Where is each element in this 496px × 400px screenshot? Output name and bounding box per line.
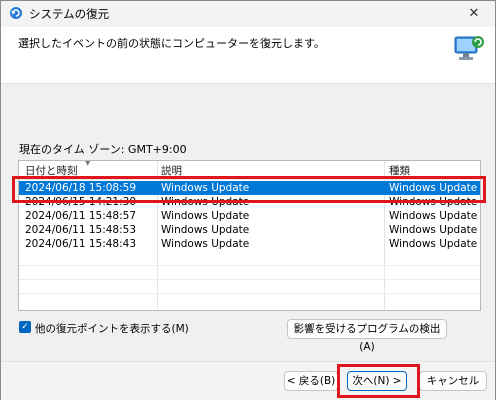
row-type: Windows Update bbox=[389, 238, 478, 250]
header-panel: 選択したイベントの前の状態にコンピューターを復元します。 bbox=[1, 27, 495, 84]
computer-restore-icon bbox=[454, 36, 484, 60]
empty-row-line bbox=[19, 279, 480, 280]
row-description: Windows Update bbox=[161, 238, 250, 250]
back-button[interactable]: < 戻る(B) bbox=[284, 371, 338, 391]
timezone-label: 現在のタイム ゾーン: GMT+9:00 bbox=[19, 143, 187, 156]
instruction-text: 選択したイベントの前の状態にコンピューターを復元します。 bbox=[18, 37, 325, 50]
empty-row-line bbox=[19, 265, 480, 266]
system-restore-window: システムの復元 ✕ 選択したイベントの前の状態にコンピューターを復元します。 現… bbox=[0, 0, 496, 400]
show-more-checkbox[interactable]: ✓ bbox=[19, 321, 31, 333]
row-datetime: 2024/06/11 15:48:57 bbox=[25, 210, 137, 222]
empty-row-line bbox=[19, 293, 480, 294]
cancel-button[interactable]: キャンセル bbox=[419, 371, 487, 391]
row-type: Windows Update bbox=[389, 224, 478, 236]
table-row[interactable]: 2024/06/11 15:48:53 Windows Update Windo… bbox=[19, 223, 480, 237]
sort-arrow-icon: ▼ bbox=[85, 160, 91, 167]
row-datetime: 2024/06/11 15:48:43 bbox=[25, 238, 137, 250]
next-button-highlight-annotation bbox=[337, 364, 420, 398]
row-datetime: 2024/06/11 15:48:53 bbox=[25, 224, 137, 236]
scan-affected-programs-button[interactable]: 影響を受けるプログラムの検出(A) bbox=[287, 319, 447, 353]
system-restore-icon bbox=[10, 7, 22, 19]
table-row[interactable]: 2024/06/11 15:48:57 Windows Update Windo… bbox=[19, 209, 480, 223]
row-type: Windows Update bbox=[389, 210, 478, 222]
selected-row-highlight-annotation bbox=[12, 176, 486, 203]
window-title: システムの復元 bbox=[29, 7, 110, 21]
show-more-label[interactable]: 他の復元ポイントを表示する(M) bbox=[35, 321, 189, 336]
table-row[interactable]: 2024/06/11 15:48:43 Windows Update Windo… bbox=[19, 237, 480, 251]
close-icon[interactable]: ✕ bbox=[459, 3, 489, 25]
row-description: Windows Update bbox=[161, 210, 250, 222]
title-bar[interactable]: システムの復元 ✕ bbox=[1, 1, 495, 27]
row-description: Windows Update bbox=[161, 224, 250, 236]
